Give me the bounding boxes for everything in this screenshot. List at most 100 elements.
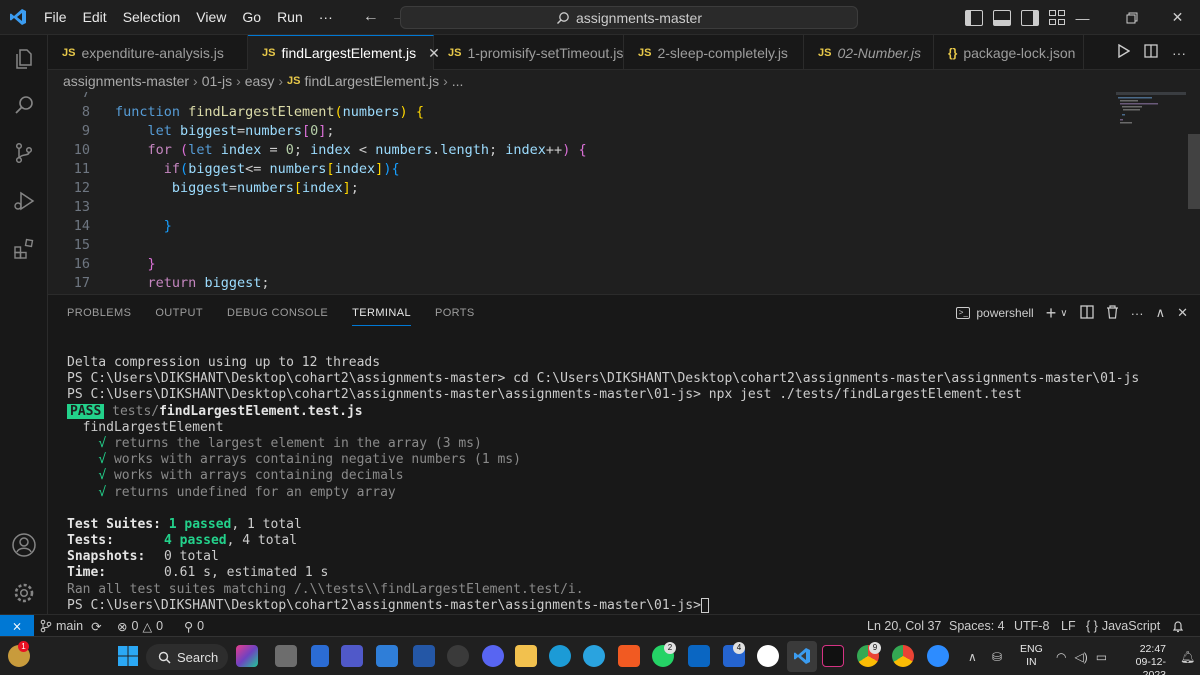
tab-expenditure-analysis[interactable]: JS expenditure-analysis.js — [48, 35, 248, 70]
telegram-icon[interactable] — [583, 645, 605, 667]
breadcrumb-file[interactable]: findLargestElement.js — [304, 73, 439, 89]
jetbrains-icon[interactable] — [822, 645, 844, 667]
close-window-button[interactable]: ✕ — [1155, 0, 1200, 35]
tab-ports[interactable]: PORTS — [435, 307, 475, 319]
end-of-line[interactable]: LF — [1061, 615, 1076, 637]
code-editor[interactable]: 7 8 function findLargestElement(numbers) … — [48, 92, 1200, 294]
menu-file[interactable]: File — [36, 0, 75, 35]
tab-find-largest-element[interactable]: JS findLargestElement.js ✕ — [248, 35, 440, 70]
clock[interactable]: 22:47 09-12-2023 — [1116, 643, 1166, 675]
menu-run[interactable]: Run — [269, 0, 311, 35]
tab-label: package-lock.json — [963, 44, 1076, 61]
tab-package-lock[interactable]: {} package-lock.json — [934, 35, 1084, 70]
system-tray[interactable]: ◠ ◁) ▭ — [1056, 637, 1107, 675]
tab-sleep-completely[interactable]: JS 2-sleep-completely.js — [624, 35, 804, 70]
branch-indicator[interactable]: main ⟳ — [40, 615, 102, 637]
menu-go[interactable]: Go — [234, 0, 269, 35]
tab-debug-console[interactable]: DEBUG CONSOLE — [227, 307, 328, 319]
vscode-taskbar-active[interactable] — [787, 641, 817, 672]
toggle-sidebar-icon[interactable] — [965, 9, 983, 26]
menu-selection[interactable]: Selection — [115, 0, 189, 35]
windows-start-icon[interactable] — [117, 645, 139, 667]
remote-indicator-icon[interactable]: ⨯ — [0, 615, 34, 637]
problems-indicator[interactable]: ⊗ 0 △ 0 — [117, 615, 163, 637]
teams-icon[interactable] — [341, 645, 363, 667]
terminal-shell-label: powershell — [976, 306, 1034, 320]
store-icon[interactable] — [376, 645, 398, 667]
check-icon: √ — [98, 484, 107, 500]
code-text: return biggest; — [147, 274, 270, 291]
restore-button[interactable] — [1109, 0, 1154, 35]
close-panel-icon[interactable]: ✕ — [1177, 305, 1188, 321]
search-view-icon[interactable] — [10, 91, 38, 119]
trash-icon[interactable] — [1106, 304, 1119, 322]
linkedin-icon[interactable] — [688, 645, 710, 667]
tray-overflow-icon[interactable]: ∧ — [968, 637, 977, 675]
tab-terminal[interactable]: TERMINAL — [352, 307, 411, 326]
account-icon[interactable] — [10, 531, 38, 559]
menu-view[interactable]: View — [188, 0, 234, 35]
tab-label: findLargestElement.js — [281, 45, 417, 61]
app-icon[interactable] — [447, 645, 469, 667]
copilot-icon[interactable] — [236, 645, 258, 667]
maximize-panel-icon[interactable]: ∧ — [1156, 305, 1166, 321]
split-editor-icon[interactable] — [1144, 44, 1158, 61]
input-language[interactable]: ENG IN — [1020, 643, 1043, 669]
indentation[interactable]: Spaces: 4 — [949, 615, 1005, 637]
line-number: 15 — [73, 236, 90, 253]
line-number: 8 — [81, 103, 90, 120]
minimap[interactable] — [1116, 92, 1186, 132]
docs-icon[interactable] — [311, 645, 329, 667]
brave-icon[interactable] — [618, 645, 640, 667]
notifications-icon[interactable]: 🔔︎ — [1180, 637, 1195, 675]
back-arrow-icon[interactable]: ← — [363, 8, 379, 26]
more-actions-icon[interactable]: ··· — [1172, 45, 1186, 61]
menu-more[interactable]: ··· — [311, 0, 341, 35]
tab-number[interactable]: JS 02-Number.js — [804, 35, 934, 70]
sync-icon[interactable]: ⟳ — [91, 619, 101, 634]
run-file-icon[interactable] — [1118, 43, 1131, 61]
app-icon[interactable] — [413, 645, 435, 667]
network-sync-icon[interactable]: ⛁ — [992, 637, 1002, 675]
js-file-icon: JS — [62, 46, 76, 59]
menu-edit[interactable]: Edit — [75, 0, 115, 35]
minimize-button[interactable]: — — [1060, 0, 1105, 35]
taskbar-search[interactable]: Search — [146, 644, 228, 670]
command-center-search[interactable]: assignments-master — [400, 6, 858, 29]
chevron-down-icon[interactable]: ∨ — [1060, 308, 1067, 319]
settings-gear-icon[interactable] — [10, 579, 38, 607]
task-view-icon[interactable] — [275, 645, 297, 667]
notifications-bell-icon[interactable] — [1172, 615, 1184, 637]
zoom-icon[interactable] — [927, 645, 949, 667]
cursor-position[interactable]: Ln 20, Col 37 — [867, 615, 941, 637]
extensions-icon[interactable] — [10, 235, 38, 263]
breadcrumb-root[interactable]: assignments-master — [63, 73, 189, 89]
more-actions-icon[interactable]: ··· — [1131, 306, 1144, 321]
language-mode[interactable]: { } JavaScript — [1086, 615, 1160, 637]
tab-problems[interactable]: PROBLEMS — [67, 307, 131, 319]
ports-indicator[interactable]: ⚲ 0 — [184, 615, 204, 637]
file-explorer-icon[interactable] — [515, 645, 537, 667]
breadcrumb-symbols[interactable]: ... — [452, 73, 464, 89]
breadcrumb-folder-easy[interactable]: easy — [245, 73, 275, 89]
test-result-header: PASS tests/findLargestElement.test.js — [67, 403, 1187, 420]
tab-output[interactable]: OUTPUT — [155, 307, 203, 319]
editor-scrollbar[interactable] — [1188, 134, 1200, 209]
edge-icon[interactable] — [549, 645, 571, 667]
terminal-output[interactable]: Delta compression using up to 12 threads… — [67, 355, 1187, 614]
run-debug-icon[interactable] — [10, 187, 38, 215]
discord-icon[interactable] — [482, 645, 504, 667]
terminal-instance-button[interactable]: >_ powershell — [956, 306, 1034, 320]
breadcrumb-folder-01js[interactable]: 01-js — [202, 73, 232, 89]
explorer-icon[interactable] — [10, 45, 38, 73]
split-terminal-icon[interactable] — [1079, 304, 1094, 322]
toggle-panel-icon[interactable] — [993, 9, 1011, 26]
encoding[interactable]: UTF-8 — [1014, 615, 1049, 637]
source-control-icon[interactable] — [10, 139, 38, 167]
github-icon[interactable] — [757, 645, 779, 667]
chrome-profile-icon[interactable] — [892, 645, 914, 667]
toggle-secondary-sidebar-icon[interactable] — [1021, 9, 1039, 26]
new-terminal-icon[interactable]: + — [1046, 303, 1057, 324]
chevron-right-icon: › — [443, 73, 448, 89]
tab-promisify-settimeout[interactable]: JS 1-promisify-setTimeout.js — [434, 35, 624, 70]
